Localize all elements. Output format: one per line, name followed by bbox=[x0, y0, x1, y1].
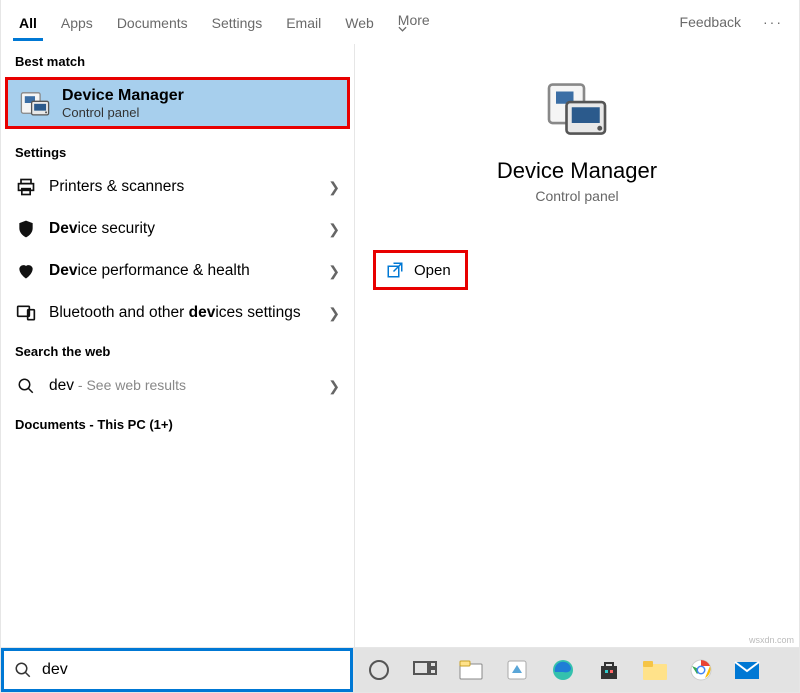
search-panel: All Apps Documents Settings Email Web Mo… bbox=[1, 0, 799, 647]
list-item-label: Device performance & health bbox=[49, 262, 250, 280]
chrome-icon[interactable] bbox=[687, 656, 715, 684]
device-manager-icon bbox=[18, 86, 52, 120]
tabs-bar: All Apps Documents Settings Email Web Mo… bbox=[1, 0, 799, 44]
store-icon[interactable] bbox=[595, 656, 623, 684]
edge-icon[interactable] bbox=[549, 656, 577, 684]
device-manager-large-icon bbox=[542, 74, 612, 144]
chevron-right-icon: ❯ bbox=[328, 179, 340, 196]
heart-icon bbox=[15, 260, 37, 282]
web-search-dev[interactable]: dev - See web results ❯ bbox=[1, 365, 354, 407]
chevron-right-icon: ❯ bbox=[328, 221, 340, 238]
content-area: Best match Device Manager Control panel bbox=[1, 44, 799, 647]
mail-icon[interactable] bbox=[733, 656, 761, 684]
open-icon bbox=[386, 261, 404, 279]
chevron-right-icon: ❯ bbox=[328, 263, 340, 280]
taskbar bbox=[355, 648, 799, 692]
web-search-hint: - See web results bbox=[74, 377, 186, 393]
setting-device-security[interactable]: Device security ❯ bbox=[1, 208, 354, 250]
tab-all[interactable]: All bbox=[7, 4, 49, 41]
tab-email[interactable]: Email bbox=[274, 4, 333, 41]
preview-subtitle: Control panel bbox=[535, 188, 618, 204]
results-left-column: Best match Device Manager Control panel bbox=[1, 44, 355, 647]
settings-header: Settings bbox=[1, 135, 354, 166]
list-item-label: dev - See web results bbox=[49, 377, 186, 395]
chevron-right-icon: ❯ bbox=[328, 378, 340, 395]
tab-documents[interactable]: Documents bbox=[105, 4, 200, 41]
best-match-subtitle: Control panel bbox=[62, 105, 184, 120]
open-label: Open bbox=[414, 262, 451, 279]
explorer-folder-icon[interactable] bbox=[641, 656, 669, 684]
tab-settings[interactable]: Settings bbox=[200, 4, 275, 41]
setting-printers-scanners[interactable]: Printers & scanners ❯ bbox=[1, 166, 354, 208]
preview-title: Device Manager bbox=[497, 158, 657, 184]
task-view-icon[interactable] bbox=[411, 656, 439, 684]
feedback-link[interactable]: Feedback bbox=[668, 3, 753, 41]
chevron-down-icon bbox=[398, 26, 434, 32]
list-item-label: Printers & scanners bbox=[49, 178, 184, 196]
best-match-title: Device Manager bbox=[62, 87, 184, 105]
more-options-icon[interactable]: ··· bbox=[753, 3, 793, 41]
search-box[interactable] bbox=[1, 648, 353, 692]
open-button[interactable]: Open bbox=[373, 250, 468, 290]
best-match-device-manager[interactable]: Device Manager Control panel bbox=[5, 77, 350, 129]
chevron-right-icon: ❯ bbox=[328, 305, 340, 322]
search-web-header: Search the web bbox=[1, 334, 354, 365]
file-explorer-icon[interactable] bbox=[457, 656, 485, 684]
tab-apps[interactable]: Apps bbox=[49, 4, 105, 41]
search-icon bbox=[14, 661, 32, 679]
documents-header[interactable]: Documents - This PC (1+) bbox=[1, 407, 354, 442]
cortana-icon[interactable] bbox=[365, 656, 393, 684]
web-search-term: dev bbox=[49, 377, 74, 394]
tab-more[interactable]: More bbox=[386, 1, 446, 44]
app-icon-1[interactable] bbox=[503, 656, 531, 684]
search-icon bbox=[15, 375, 37, 397]
list-item-label: Device security bbox=[49, 220, 155, 238]
printer-icon bbox=[15, 176, 37, 198]
search-input[interactable] bbox=[42, 661, 340, 679]
tab-web[interactable]: Web bbox=[333, 4, 386, 41]
setting-bluetooth-devices[interactable]: Bluetooth and other devices settings ❯ bbox=[1, 292, 354, 334]
preview-pane: Device Manager Control panel Open bbox=[355, 44, 799, 647]
best-match-header: Best match bbox=[1, 44, 354, 75]
list-item-label: Bluetooth and other devices settings bbox=[49, 304, 301, 322]
best-match-text: Device Manager Control panel bbox=[62, 87, 184, 120]
devices-icon bbox=[15, 302, 37, 324]
setting-device-performance[interactable]: Device performance & health ❯ bbox=[1, 250, 354, 292]
watermark: wsxdn.com bbox=[749, 635, 794, 645]
shield-icon bbox=[15, 218, 37, 240]
